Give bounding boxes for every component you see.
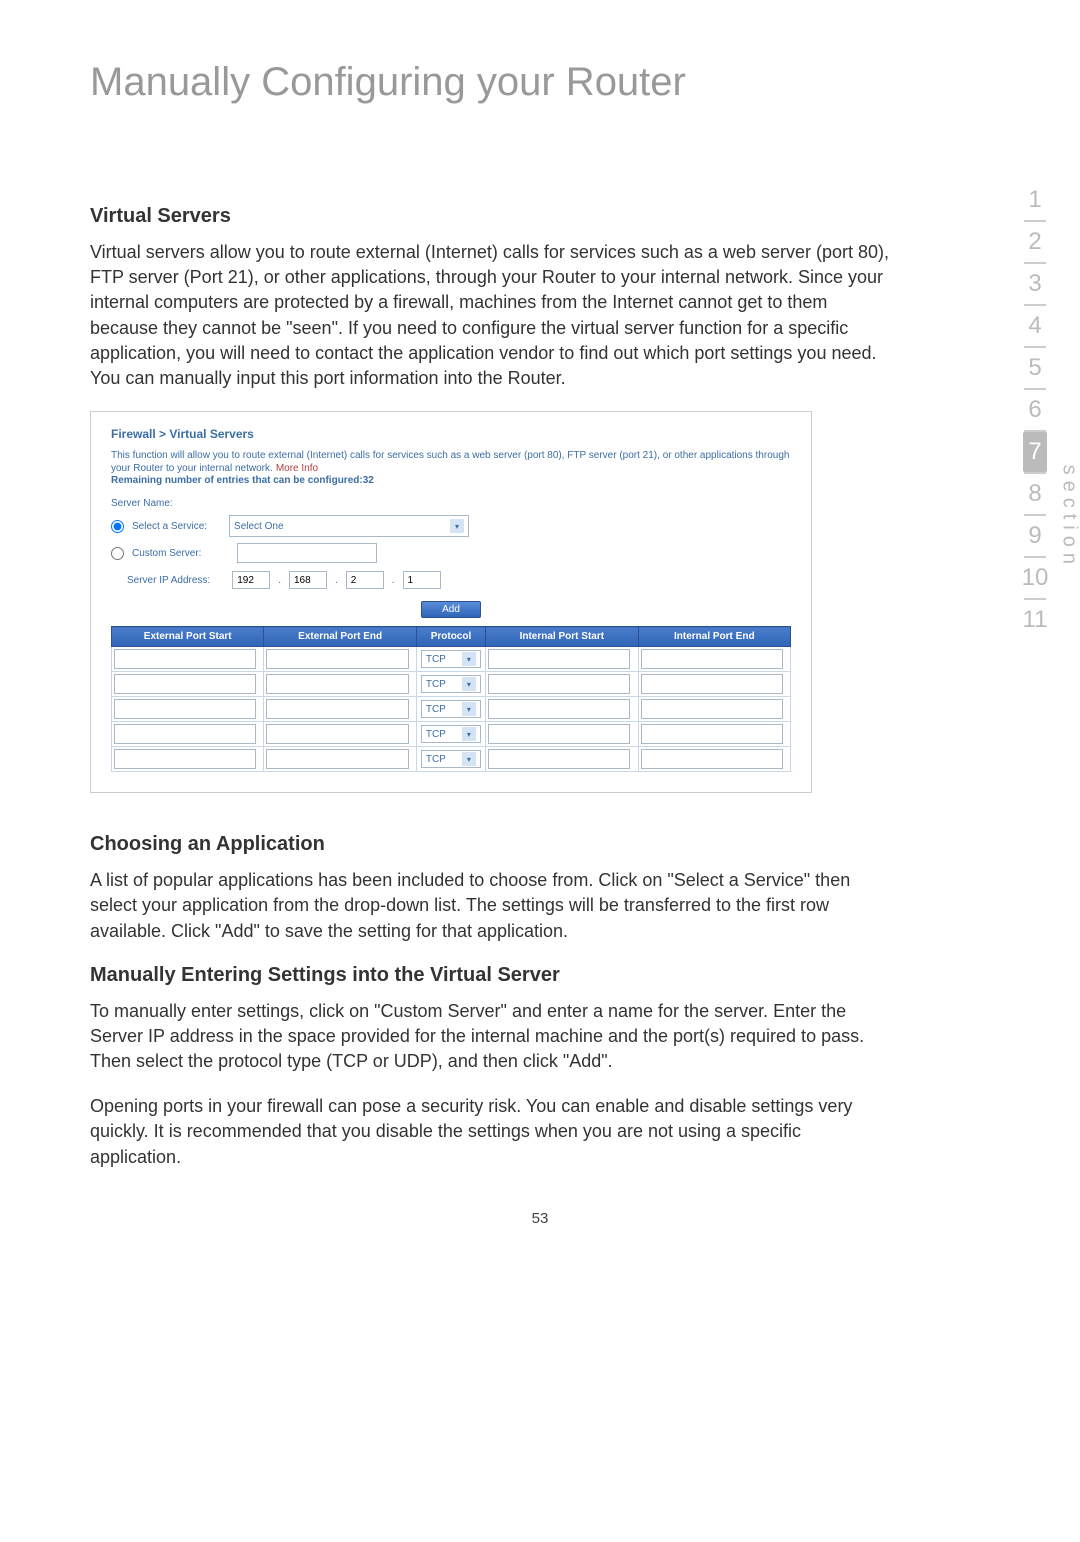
custom-server-input[interactable] — [237, 543, 377, 563]
choosing-application-heading: Choosing an Application — [90, 833, 990, 856]
ip-octet-4[interactable] — [403, 571, 441, 589]
int-port-start-input[interactable] — [488, 649, 630, 669]
breadcrumb: Firewall > Virtual Servers — [111, 427, 791, 441]
nav-item-10[interactable]: 10 — [1010, 558, 1060, 598]
table-row: TCP▾ — [112, 647, 791, 672]
protocol-select[interactable]: TCP▾ — [421, 725, 481, 743]
ext-port-end-input[interactable] — [266, 649, 408, 669]
remaining-entries-label: Remaining number of entries that can be … — [111, 475, 791, 486]
port-table: External Port Start External Port End Pr… — [111, 626, 791, 772]
ip-octet-2[interactable] — [289, 571, 327, 589]
custom-server-radio[interactable] — [111, 547, 124, 560]
nav-item-4[interactable]: 4 — [1010, 306, 1060, 346]
nav-item-3[interactable]: 3 — [1010, 264, 1060, 304]
chevron-down-icon: ▾ — [450, 519, 464, 533]
choosing-application-body: A list of popular applications has been … — [90, 868, 890, 944]
ext-port-end-input[interactable] — [266, 724, 408, 744]
ext-port-start-input[interactable] — [114, 649, 256, 669]
select-service-value: Select One — [234, 521, 283, 532]
ext-port-start-input[interactable] — [114, 724, 256, 744]
ext-port-start-input[interactable] — [114, 699, 256, 719]
ext-port-end-input[interactable] — [266, 699, 408, 719]
page-title: Manually Configuring your Router — [90, 60, 990, 105]
manual-entry-heading: Manually Entering Settings into the Virt… — [90, 964, 990, 987]
screenshot-description: This function will allow you to route ex… — [111, 450, 789, 474]
protocol-select[interactable]: TCP▾ — [421, 750, 481, 768]
select-service-label: Select a Service: — [132, 521, 207, 532]
nav-item-5[interactable]: 5 — [1010, 348, 1060, 388]
ip-octet-3[interactable] — [346, 571, 384, 589]
table-row: TCP▾ — [112, 747, 791, 772]
nav-item-2[interactable]: 2 — [1010, 222, 1060, 262]
int-port-start-input[interactable] — [488, 674, 630, 694]
int-port-start-input[interactable] — [488, 699, 630, 719]
protocol-select[interactable]: TCP▾ — [421, 650, 481, 668]
col-ext-port-start: External Port Start — [112, 627, 264, 647]
virtual-servers-body: Virtual servers allow you to route exter… — [90, 240, 890, 391]
ext-port-end-input[interactable] — [266, 674, 408, 694]
col-ext-port-end: External Port End — [264, 627, 416, 647]
select-service-radio[interactable] — [111, 520, 124, 533]
protocol-select[interactable]: TCP▾ — [421, 675, 481, 693]
select-service-dropdown[interactable]: Select One ▾ — [229, 515, 469, 537]
server-ip-label: Server IP Address: — [127, 575, 210, 586]
nav-item-6[interactable]: 6 — [1010, 390, 1060, 430]
manual-entry-body-1: To manually enter settings, click on "Cu… — [90, 999, 890, 1075]
int-port-end-input[interactable] — [641, 674, 783, 694]
section-label: section — [1057, 465, 1080, 570]
int-port-start-input[interactable] — [488, 724, 630, 744]
col-protocol: Protocol — [416, 627, 485, 647]
custom-server-label: Custom Server: — [132, 548, 201, 559]
more-info-link[interactable]: More Info — [276, 463, 318, 474]
chevron-down-icon: ▾ — [462, 727, 476, 741]
nav-item-7-active[interactable]: 7 — [1023, 432, 1047, 472]
table-row: TCP▾ — [112, 697, 791, 722]
int-port-start-input[interactable] — [488, 749, 630, 769]
page-number: 53 — [90, 1210, 990, 1227]
router-screenshot: Firewall > Virtual Servers This function… — [90, 411, 812, 793]
nav-item-8[interactable]: 8 — [1010, 474, 1060, 514]
protocol-select[interactable]: TCP▾ — [421, 700, 481, 718]
col-int-port-start: Internal Port Start — [486, 627, 638, 647]
ext-port-start-input[interactable] — [114, 749, 256, 769]
manual-entry-body-2: Opening ports in your firewall can pose … — [90, 1094, 890, 1170]
virtual-servers-heading: Virtual Servers — [90, 205, 990, 228]
nav-item-1[interactable]: 1 — [1010, 180, 1060, 220]
ext-port-start-input[interactable] — [114, 674, 256, 694]
int-port-end-input[interactable] — [641, 699, 783, 719]
int-port-end-input[interactable] — [641, 724, 783, 744]
section-nav: 1 2 3 4 5 6 7 8 9 10 11 — [1010, 180, 1060, 640]
server-name-label: Server Name: — [111, 498, 791, 509]
chevron-down-icon: ▾ — [462, 752, 476, 766]
ip-octet-1[interactable] — [232, 571, 270, 589]
add-button[interactable]: Add — [421, 601, 481, 618]
col-int-port-end: Internal Port End — [638, 627, 790, 647]
chevron-down-icon: ▾ — [462, 702, 476, 716]
table-row: TCP▾ — [112, 722, 791, 747]
int-port-end-input[interactable] — [641, 649, 783, 669]
int-port-end-input[interactable] — [641, 749, 783, 769]
table-row: TCP▾ — [112, 672, 791, 697]
chevron-down-icon: ▾ — [462, 652, 476, 666]
nav-item-9[interactable]: 9 — [1010, 516, 1060, 556]
ext-port-end-input[interactable] — [266, 749, 408, 769]
nav-item-11[interactable]: 11 — [1010, 600, 1060, 640]
chevron-down-icon: ▾ — [462, 677, 476, 691]
